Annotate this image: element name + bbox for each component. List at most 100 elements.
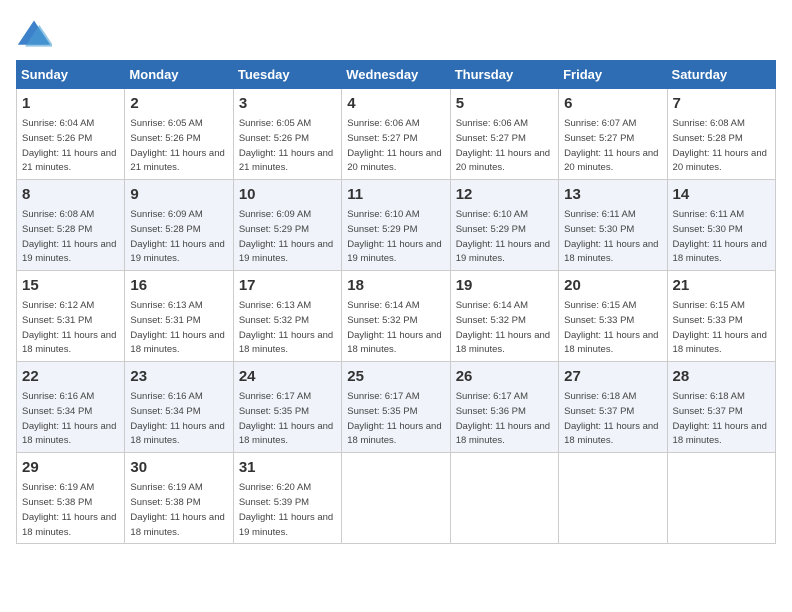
calendar-day-cell: 29 Sunrise: 6:19 AMSunset: 5:38 PMDaylig… bbox=[17, 453, 125, 544]
page-header bbox=[16, 16, 776, 52]
calendar-day-cell: 19 Sunrise: 6:14 AMSunset: 5:32 PMDaylig… bbox=[450, 271, 558, 362]
weekday-header-row: Sunday Monday Tuesday Wednesday Thursday… bbox=[17, 61, 776, 89]
day-info: Sunrise: 6:06 AMSunset: 5:27 PMDaylight:… bbox=[347, 118, 441, 173]
calendar-day-cell: 3 Sunrise: 6:05 AMSunset: 5:26 PMDayligh… bbox=[233, 89, 341, 180]
day-number: 30 bbox=[130, 457, 227, 478]
calendar-day-cell: 2 Sunrise: 6:05 AMSunset: 5:26 PMDayligh… bbox=[125, 89, 233, 180]
calendar-day-cell: 28 Sunrise: 6:18 AMSunset: 5:37 PMDaylig… bbox=[667, 362, 775, 453]
calendar-day-cell: 25 Sunrise: 6:17 AMSunset: 5:35 PMDaylig… bbox=[342, 362, 450, 453]
calendar-week-row: 8 Sunrise: 6:08 AMSunset: 5:28 PMDayligh… bbox=[17, 180, 776, 271]
calendar-day-cell: 27 Sunrise: 6:18 AMSunset: 5:37 PMDaylig… bbox=[559, 362, 667, 453]
day-info: Sunrise: 6:08 AMSunset: 5:28 PMDaylight:… bbox=[22, 209, 116, 264]
calendar-day-cell: 1 Sunrise: 6:04 AMSunset: 5:26 PMDayligh… bbox=[17, 89, 125, 180]
calendar-day-cell: 13 Sunrise: 6:11 AMSunset: 5:30 PMDaylig… bbox=[559, 180, 667, 271]
calendar-day-cell: 20 Sunrise: 6:15 AMSunset: 5:33 PMDaylig… bbox=[559, 271, 667, 362]
day-number: 16 bbox=[130, 275, 227, 296]
calendar-day-cell: 17 Sunrise: 6:13 AMSunset: 5:32 PMDaylig… bbox=[233, 271, 341, 362]
day-info: Sunrise: 6:18 AMSunset: 5:37 PMDaylight:… bbox=[564, 391, 658, 446]
day-info: Sunrise: 6:19 AMSunset: 5:38 PMDaylight:… bbox=[22, 482, 116, 537]
day-info: Sunrise: 6:17 AMSunset: 5:35 PMDaylight:… bbox=[347, 391, 441, 446]
day-number: 20 bbox=[564, 275, 661, 296]
calendar-day-cell: 18 Sunrise: 6:14 AMSunset: 5:32 PMDaylig… bbox=[342, 271, 450, 362]
calendar-day-cell: 7 Sunrise: 6:08 AMSunset: 5:28 PMDayligh… bbox=[667, 89, 775, 180]
calendar-day-cell: 8 Sunrise: 6:08 AMSunset: 5:28 PMDayligh… bbox=[17, 180, 125, 271]
day-info: Sunrise: 6:17 AMSunset: 5:36 PMDaylight:… bbox=[456, 391, 550, 446]
calendar-week-row: 15 Sunrise: 6:12 AMSunset: 5:31 PMDaylig… bbox=[17, 271, 776, 362]
day-number: 19 bbox=[456, 275, 553, 296]
calendar-day-cell: 22 Sunrise: 6:16 AMSunset: 5:34 PMDaylig… bbox=[17, 362, 125, 453]
day-number: 3 bbox=[239, 93, 336, 114]
day-info: Sunrise: 6:20 AMSunset: 5:39 PMDaylight:… bbox=[239, 482, 333, 537]
calendar-day-cell: 24 Sunrise: 6:17 AMSunset: 5:35 PMDaylig… bbox=[233, 362, 341, 453]
day-info: Sunrise: 6:06 AMSunset: 5:27 PMDaylight:… bbox=[456, 118, 550, 173]
calendar-day-cell bbox=[667, 453, 775, 544]
day-number: 26 bbox=[456, 366, 553, 387]
calendar-day-cell: 9 Sunrise: 6:09 AMSunset: 5:28 PMDayligh… bbox=[125, 180, 233, 271]
day-info: Sunrise: 6:15 AMSunset: 5:33 PMDaylight:… bbox=[673, 300, 767, 355]
calendar-day-cell: 23 Sunrise: 6:16 AMSunset: 5:34 PMDaylig… bbox=[125, 362, 233, 453]
day-info: Sunrise: 6:11 AMSunset: 5:30 PMDaylight:… bbox=[564, 209, 658, 264]
day-info: Sunrise: 6:15 AMSunset: 5:33 PMDaylight:… bbox=[564, 300, 658, 355]
calendar-day-cell: 10 Sunrise: 6:09 AMSunset: 5:29 PMDaylig… bbox=[233, 180, 341, 271]
calendar-day-cell bbox=[450, 453, 558, 544]
day-info: Sunrise: 6:13 AMSunset: 5:32 PMDaylight:… bbox=[239, 300, 333, 355]
calendar-day-cell: 5 Sunrise: 6:06 AMSunset: 5:27 PMDayligh… bbox=[450, 89, 558, 180]
header-friday: Friday bbox=[559, 61, 667, 89]
day-number: 8 bbox=[22, 184, 119, 205]
calendar-day-cell: 21 Sunrise: 6:15 AMSunset: 5:33 PMDaylig… bbox=[667, 271, 775, 362]
day-number: 6 bbox=[564, 93, 661, 114]
day-number: 10 bbox=[239, 184, 336, 205]
day-number: 9 bbox=[130, 184, 227, 205]
logo-icon bbox=[16, 16, 52, 52]
day-number: 13 bbox=[564, 184, 661, 205]
day-info: Sunrise: 6:07 AMSunset: 5:27 PMDaylight:… bbox=[564, 118, 658, 173]
day-number: 4 bbox=[347, 93, 444, 114]
calendar-day-cell: 30 Sunrise: 6:19 AMSunset: 5:38 PMDaylig… bbox=[125, 453, 233, 544]
calendar-week-row: 29 Sunrise: 6:19 AMSunset: 5:38 PMDaylig… bbox=[17, 453, 776, 544]
day-number: 21 bbox=[673, 275, 770, 296]
header-thursday: Thursday bbox=[450, 61, 558, 89]
calendar-day-cell: 4 Sunrise: 6:06 AMSunset: 5:27 PMDayligh… bbox=[342, 89, 450, 180]
calendar-day-cell: 15 Sunrise: 6:12 AMSunset: 5:31 PMDaylig… bbox=[17, 271, 125, 362]
calendar-day-cell: 6 Sunrise: 6:07 AMSunset: 5:27 PMDayligh… bbox=[559, 89, 667, 180]
day-info: Sunrise: 6:14 AMSunset: 5:32 PMDaylight:… bbox=[456, 300, 550, 355]
day-number: 1 bbox=[22, 93, 119, 114]
day-number: 23 bbox=[130, 366, 227, 387]
calendar-day-cell: 26 Sunrise: 6:17 AMSunset: 5:36 PMDaylig… bbox=[450, 362, 558, 453]
day-number: 25 bbox=[347, 366, 444, 387]
header-monday: Monday bbox=[125, 61, 233, 89]
day-info: Sunrise: 6:16 AMSunset: 5:34 PMDaylight:… bbox=[22, 391, 116, 446]
day-info: Sunrise: 6:11 AMSunset: 5:30 PMDaylight:… bbox=[673, 209, 767, 264]
day-number: 7 bbox=[673, 93, 770, 114]
calendar-day-cell: 31 Sunrise: 6:20 AMSunset: 5:39 PMDaylig… bbox=[233, 453, 341, 544]
calendar-day-cell: 14 Sunrise: 6:11 AMSunset: 5:30 PMDaylig… bbox=[667, 180, 775, 271]
day-number: 31 bbox=[239, 457, 336, 478]
header-tuesday: Tuesday bbox=[233, 61, 341, 89]
calendar-day-cell: 11 Sunrise: 6:10 AMSunset: 5:29 PMDaylig… bbox=[342, 180, 450, 271]
day-info: Sunrise: 6:08 AMSunset: 5:28 PMDaylight:… bbox=[673, 118, 767, 173]
day-info: Sunrise: 6:17 AMSunset: 5:35 PMDaylight:… bbox=[239, 391, 333, 446]
header-saturday: Saturday bbox=[667, 61, 775, 89]
header-wednesday: Wednesday bbox=[342, 61, 450, 89]
calendar-day-cell bbox=[559, 453, 667, 544]
header-sunday: Sunday bbox=[17, 61, 125, 89]
day-number: 11 bbox=[347, 184, 444, 205]
calendar-day-cell: 16 Sunrise: 6:13 AMSunset: 5:31 PMDaylig… bbox=[125, 271, 233, 362]
day-info: Sunrise: 6:05 AMSunset: 5:26 PMDaylight:… bbox=[239, 118, 333, 173]
day-number: 15 bbox=[22, 275, 119, 296]
day-info: Sunrise: 6:14 AMSunset: 5:32 PMDaylight:… bbox=[347, 300, 441, 355]
day-info: Sunrise: 6:09 AMSunset: 5:28 PMDaylight:… bbox=[130, 209, 224, 264]
day-info: Sunrise: 6:10 AMSunset: 5:29 PMDaylight:… bbox=[456, 209, 550, 264]
day-number: 12 bbox=[456, 184, 553, 205]
calendar-week-row: 22 Sunrise: 6:16 AMSunset: 5:34 PMDaylig… bbox=[17, 362, 776, 453]
day-info: Sunrise: 6:05 AMSunset: 5:26 PMDaylight:… bbox=[130, 118, 224, 173]
day-info: Sunrise: 6:13 AMSunset: 5:31 PMDaylight:… bbox=[130, 300, 224, 355]
calendar-day-cell bbox=[342, 453, 450, 544]
day-info: Sunrise: 6:12 AMSunset: 5:31 PMDaylight:… bbox=[22, 300, 116, 355]
day-number: 28 bbox=[673, 366, 770, 387]
calendar-week-row: 1 Sunrise: 6:04 AMSunset: 5:26 PMDayligh… bbox=[17, 89, 776, 180]
day-number: 5 bbox=[456, 93, 553, 114]
day-number: 17 bbox=[239, 275, 336, 296]
calendar-table: Sunday Monday Tuesday Wednesday Thursday… bbox=[16, 60, 776, 544]
day-number: 2 bbox=[130, 93, 227, 114]
